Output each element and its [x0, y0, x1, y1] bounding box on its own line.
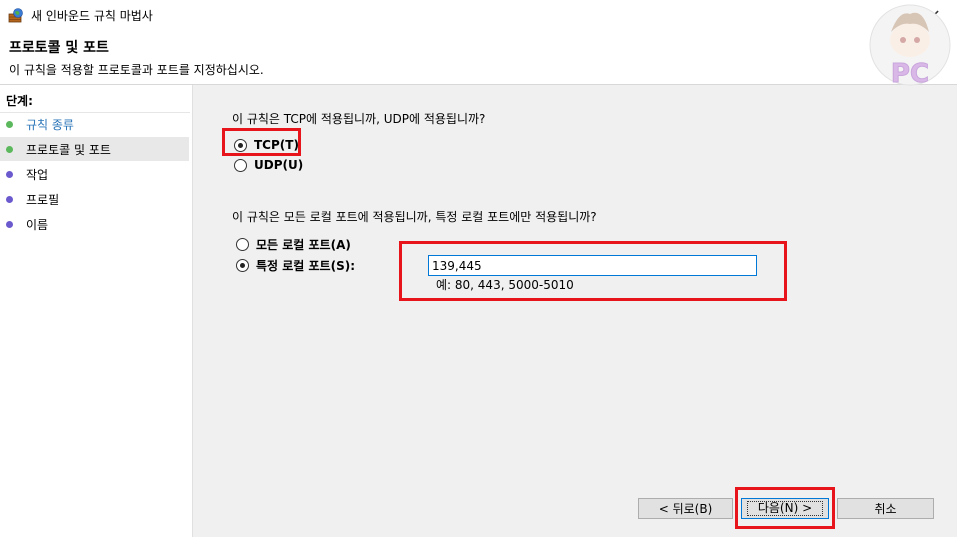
all-ports-label[interactable]: 모든 로컬 포트(A) [256, 236, 351, 253]
step-status-icon [6, 145, 13, 153]
ports-question: 이 규칙은 모든 로컬 포트에 적용됩니까, 특정 로컬 포트에만 적용됩니까? [232, 210, 597, 224]
step-status-icon [6, 170, 13, 178]
cancel-button-label[interactable]: 취소 [874, 500, 896, 517]
step-status-icon [6, 120, 13, 128]
step-label: 작업 [26, 167, 49, 182]
step-rule-type: 규칙 종류 [0, 112, 189, 136]
cancel-button[interactable]: 취소 [837, 498, 934, 519]
step-label: 프로필 [26, 192, 60, 207]
back-button-label[interactable]: < 뒤로(B) [659, 500, 713, 517]
step-protocol-ports: 프로토콜 및 포트 [0, 137, 189, 161]
step-status-icon [6, 220, 13, 228]
step-label: 이름 [26, 217, 49, 232]
all-ports-radio-option[interactable]: 모든 로컬 포트(A) [236, 236, 351, 253]
specific-ports-radio[interactable] [236, 259, 249, 272]
wizard-header: 프로토콜 및 포트 이 규칙을 적용할 프로토콜과 포트를 지정하십시오. [0, 30, 957, 85]
step-profile: 프로필 [0, 187, 189, 211]
next-button-label[interactable]: 다음(N) > [746, 501, 824, 516]
udp-radio-option[interactable]: UDP(U) [234, 158, 303, 172]
next-button[interactable]: 다음(N) > [741, 498, 829, 519]
steps-sidebar: 단계: 규칙 종류 프로토콜 및 포트 작업 프로필 이름 [0, 85, 193, 537]
page-description: 이 규칙을 적용할 프로토콜과 포트를 지정하십시오. [9, 63, 264, 77]
udp-label[interactable]: UDP(U) [254, 158, 303, 172]
all-ports-radio[interactable] [236, 238, 249, 251]
page-title: 프로토콜 및 포트 [9, 40, 109, 56]
window-title: 새 인바운드 규칙 마법사 [31, 9, 153, 23]
firewall-icon [8, 8, 23, 23]
step-label: 프로토콜 및 포트 [26, 142, 111, 157]
watermark-text: PC [891, 59, 929, 88]
udp-radio[interactable] [234, 158, 247, 172]
specific-ports-label[interactable]: 특정 로컬 포트(S): [256, 257, 355, 274]
protocol-question: 이 규칙은 TCP에 적용됩니까, UDP에 적용됩니까? [232, 112, 486, 126]
tcp-highlight-box [222, 128, 301, 156]
pc-watermark-logo: PC [869, 4, 951, 88]
specific-ports-radio-option[interactable]: 특정 로컬 포트(S): [236, 257, 355, 274]
port-input-highlight-box [399, 241, 787, 301]
back-button[interactable]: < 뒤로(B) [638, 498, 733, 519]
title-bar: 새 인바운드 규칙 마법사 ✕ [0, 0, 957, 30]
step-name: 이름 [0, 212, 189, 236]
steps-label: 단계: [6, 94, 33, 108]
step-label: 규칙 종류 [26, 117, 74, 132]
step-action: 작업 [0, 162, 189, 186]
step-status-icon [6, 195, 13, 203]
